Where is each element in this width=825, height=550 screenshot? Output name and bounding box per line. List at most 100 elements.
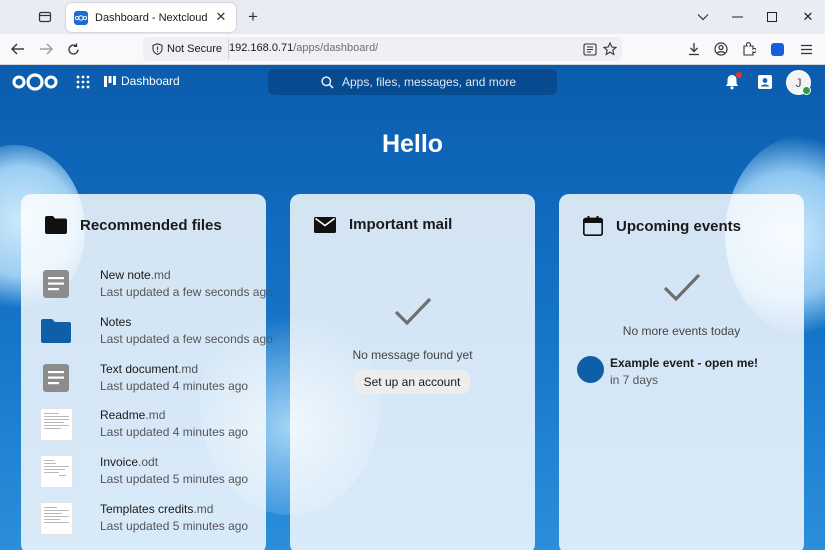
forward-arrow-icon[interactable]: [34, 38, 58, 60]
file-basename: New note: [100, 268, 151, 282]
online-status-indicator: [802, 86, 811, 95]
file-extension: .md: [150, 268, 171, 282]
text-doc-icon: [39, 267, 73, 301]
browser-nav-bar: Not Secure 192.168.0.71/apps/dashboard/: [0, 34, 825, 65]
folder-icon: [39, 314, 73, 348]
file-item[interactable]: Text document.md Last updated 4 minutes …: [39, 361, 261, 401]
minimize-icon[interactable]: [724, 4, 750, 30]
file-basename: Invoice: [100, 455, 139, 469]
calendar-icon: [583, 216, 603, 236]
dashboard-icon: [104, 75, 116, 87]
important-mail-panel: Important mail No message found yet Set …: [290, 194, 535, 550]
notifications-bell-icon[interactable]: [723, 72, 742, 91]
nextcloud-favicon-icon: [74, 10, 88, 25]
browser-tab-bar: Dashboard - Nextcloud ✕ + ✕: [0, 0, 825, 34]
mail-icon: [314, 216, 336, 233]
security-indicator[interactable]: Not Secure: [147, 39, 230, 59]
folder-icon: [45, 216, 67, 234]
dashboard-label: Dashboard: [121, 74, 180, 88]
event-time: in 7 days: [610, 373, 659, 387]
back-arrow-icon[interactable]: [6, 38, 30, 60]
contacts-menu-icon[interactable]: [756, 73, 774, 91]
document-preview: [39, 501, 73, 535]
chevron-down-icon[interactable]: [690, 4, 716, 30]
address-bar[interactable]: Not Secure 192.168.0.71/apps/dashboard/: [143, 37, 622, 61]
calendar-color-dot: [577, 356, 604, 383]
bitwarden-extension-icon[interactable]: [767, 39, 787, 59]
file-basename: Readme: [100, 408, 146, 422]
panel-title: Important mail: [349, 216, 453, 233]
reader-view-icon[interactable]: [581, 40, 599, 58]
extensions-puzzle-icon[interactable]: [739, 39, 759, 59]
file-last-updated: Last updated a few seconds ago: [100, 332, 273, 346]
file-last-updated: Last updated 4 minutes ago: [100, 379, 249, 393]
close-window-icon[interactable]: ✕: [795, 4, 821, 30]
search-placeholder: Apps, files, messages, and more: [342, 75, 517, 89]
checkmark-icon: [394, 297, 432, 326]
panel-header: Important mail: [314, 216, 452, 233]
file-name: Templates credits.md: [100, 502, 213, 516]
search-icon: [321, 75, 334, 89]
dashboard-app-link[interactable]: Dashboard: [104, 74, 180, 88]
panel-title: Upcoming events: [616, 217, 742, 235]
unified-search-input[interactable]: Apps, files, messages, and more: [268, 69, 557, 95]
file-extension: .md: [178, 362, 199, 376]
hamburger-menu-icon[interactable]: [796, 39, 816, 59]
notification-badge: [736, 72, 742, 78]
file-item[interactable]: Notes Last updated a few seconds ago: [39, 314, 273, 354]
recommended-files-panel: Recommended files New note.md Last updat…: [21, 194, 273, 550]
upcoming-events-panel: Upcoming events No more events today Exa…: [559, 194, 804, 550]
maximize-icon[interactable]: [759, 4, 785, 30]
file-basename: Templates credits: [100, 502, 194, 516]
file-extension: .md: [193, 502, 214, 516]
app-menu-grid-icon[interactable]: [76, 75, 90, 89]
file-last-updated: Last updated a few seconds ago: [100, 285, 273, 299]
url-path: /apps/dashboard/: [293, 42, 379, 54]
nextcloud-header: Dashboard Apps, files, messages, and mor…: [0, 65, 825, 99]
panel-header: Upcoming events: [583, 216, 741, 236]
downloads-icon[interactable]: [684, 39, 704, 59]
user-avatar[interactable]: J: [786, 70, 811, 95]
file-name: Readme.md: [100, 408, 165, 422]
file-item[interactable]: Templates credits.md Last updated 5 minu…: [39, 501, 261, 541]
nextcloud-dashboard: Dashboard Apps, files, messages, and mor…: [0, 65, 825, 550]
checkmark-icon: [663, 273, 701, 302]
nextcloud-logo-icon[interactable]: [12, 72, 58, 92]
browser-tab-active[interactable]: Dashboard - Nextcloud ✕: [66, 3, 236, 32]
close-tab-icon[interactable]: ✕: [214, 9, 228, 24]
empty-state-text: No message found yet: [352, 348, 473, 362]
file-last-updated: Last updated 4 minutes ago: [100, 425, 249, 439]
url-text[interactable]: 192.168.0.71/apps/dashboard/: [229, 42, 378, 54]
avatar-initial: J: [795, 75, 802, 90]
file-name: Text document.md: [100, 362, 198, 376]
file-last-updated: Last updated 5 minutes ago: [100, 472, 249, 486]
empty-state-text: No more events today: [622, 324, 741, 338]
file-name: Notes: [100, 315, 131, 329]
file-extension: .odt: [138, 455, 159, 469]
file-item[interactable]: Invoice.odt Last updated 5 minutes ago: [39, 454, 261, 494]
event-item[interactable]: Example event - open me! in 7 days: [577, 356, 799, 390]
security-label: Not Secure: [167, 43, 223, 55]
file-name: New note.md: [100, 268, 171, 282]
set-up-account-button[interactable]: Set up an account: [354, 370, 470, 394]
account-icon[interactable]: [711, 39, 731, 59]
document-preview: [39, 407, 73, 441]
text-doc-icon: [39, 361, 73, 395]
reload-icon[interactable]: [61, 38, 85, 60]
file-basename: Text document: [100, 362, 179, 376]
panel-title: Recommended files: [80, 216, 222, 234]
shield-icon: [152, 43, 163, 55]
tab-title: Dashboard - Nextcloud: [95, 11, 208, 24]
greeting-heading: Hello: [381, 130, 444, 158]
file-last-updated: Last updated 5 minutes ago: [100, 519, 249, 533]
file-basename: Notes: [100, 315, 132, 329]
new-tab-button[interactable]: +: [244, 7, 262, 27]
tab-list-icon[interactable]: [30, 6, 60, 28]
url-host: 192.168.0.71: [229, 42, 294, 54]
file-item[interactable]: New note.md Last updated a few seconds a…: [39, 267, 273, 307]
file-extension: .md: [145, 408, 166, 422]
bookmark-star-icon[interactable]: [601, 40, 619, 58]
document-preview: [39, 454, 73, 488]
file-item[interactable]: Readme.md Last updated 4 minutes ago: [39, 407, 261, 447]
event-title: Example event - open me!: [610, 356, 759, 370]
